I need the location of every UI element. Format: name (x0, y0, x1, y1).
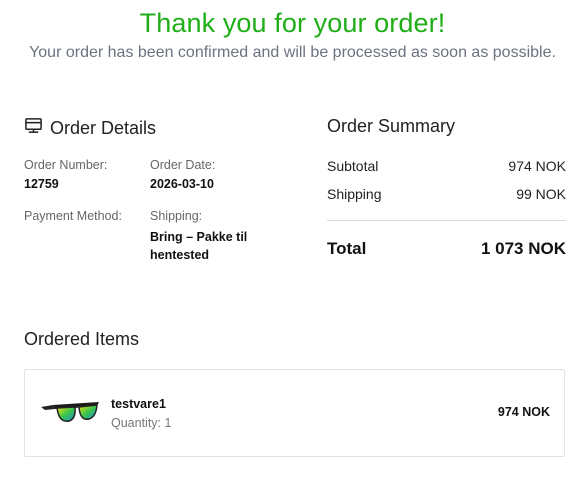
order-number-value: 12759 (24, 177, 59, 191)
subtotal-row: Subtotal 974 NOK (327, 158, 566, 174)
summary-divider (327, 220, 566, 221)
order-details-heading: Order Details (24, 116, 156, 140)
subtotal-label: Subtotal (327, 158, 379, 174)
subtotal-value: 974 NOK (508, 158, 566, 174)
item-price: 974 NOK (497, 405, 550, 419)
shipping-label: Shipping: (150, 209, 203, 223)
total-label: Total (327, 239, 367, 258)
receipt-icon (24, 116, 43, 140)
order-number-label: Order Number: (24, 158, 108, 172)
payment-method-label: Payment Method: (24, 209, 122, 223)
page-subtitle: Your order has been confirmed and will b… (29, 44, 556, 61)
shipping-summary-value: 99 NOK (516, 186, 566, 202)
shipping-row: Shipping 99 NOK (327, 186, 566, 202)
page-title: Thank you for your order! (139, 8, 446, 38)
ordered-item-card: testvare1 Quantity: 1 974 NOK (24, 369, 565, 457)
order-date-value: 2026-03-10 (150, 177, 214, 191)
order-details-title: Order Details (50, 117, 157, 138)
shipping-method-line1: Bring – Pakke til (150, 230, 248, 244)
shipping-summary-label: Shipping (327, 186, 382, 202)
item-name: testvare1 (111, 397, 166, 411)
shipping-method-line2: hentested (150, 248, 210, 262)
ordered-items-title: Ordered Items (24, 329, 140, 349)
sunglasses-icon (39, 397, 101, 429)
total-value: 1 073 NOK (480, 239, 566, 258)
order-date-label: Order Date: (150, 158, 216, 172)
total-row: Total 1 073 NOK (327, 239, 566, 259)
item-quantity: Quantity: 1 (111, 416, 172, 430)
order-summary-title: Order Summary (327, 116, 456, 136)
